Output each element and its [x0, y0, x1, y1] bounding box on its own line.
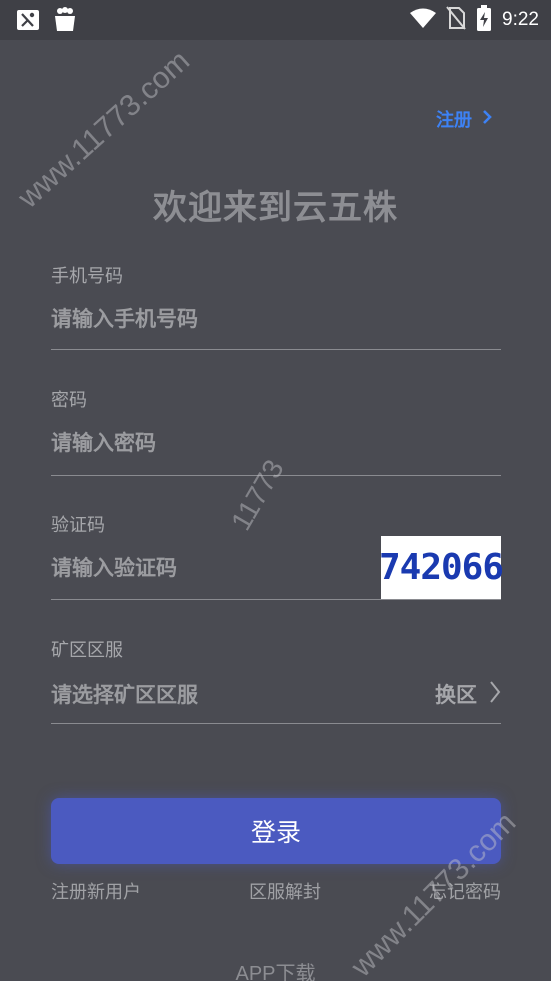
no-sim-icon — [446, 6, 466, 34]
status-bar: 9:22 — [0, 0, 551, 40]
login-button[interactable]: 登录 — [51, 798, 501, 864]
password-divider — [51, 475, 501, 476]
scissors-notification-icon — [16, 9, 40, 35]
zone-unblock-link[interactable]: 区服解封 — [249, 878, 321, 904]
zone-select[interactable]: 请选择矿区区服 换区 — [51, 674, 501, 714]
chevron-right-icon — [489, 680, 501, 709]
zone-placeholder: 请选择矿区区服 — [51, 683, 198, 707]
status-time: 9:22 — [502, 9, 539, 30]
phone-input[interactable] — [51, 299, 501, 339]
register-link[interactable]: 注册 — [436, 106, 492, 132]
password-input[interactable] — [51, 423, 501, 463]
login-screen: 9:22 注册 欢迎来到云五株 手机号码 密码 验证码 742066 矿区区服 … — [0, 0, 551, 981]
watermark: 11773 — [225, 454, 290, 536]
register-link-label: 注册 — [436, 110, 472, 131]
captcha-divider — [51, 599, 501, 600]
register-new-user-link[interactable]: 注册新用户 — [51, 878, 141, 904]
captcha-input[interactable] — [51, 548, 371, 588]
phone-divider — [51, 349, 501, 350]
gift-bag-notification-icon — [52, 6, 78, 36]
zone-label: 矿区区服 — [51, 640, 123, 661]
app-download-link[interactable]: APP下载 — [0, 957, 551, 981]
chevron-right-icon — [482, 109, 492, 130]
switch-zone-button[interactable]: 换区 — [435, 679, 501, 709]
password-label: 密码 — [51, 390, 87, 411]
zone-divider — [51, 723, 501, 724]
page-title: 欢迎来到云五株 — [153, 188, 398, 228]
status-indicators: 9:22 — [410, 5, 539, 35]
wifi-icon — [410, 8, 437, 32]
phone-label: 手机号码 — [51, 266, 123, 287]
switch-zone-label: 换区 — [435, 683, 477, 707]
battery-charging-icon — [476, 5, 492, 35]
captcha-image[interactable]: 742066 — [379, 536, 504, 599]
captcha-label: 验证码 — [51, 515, 105, 536]
forgot-password-link[interactable]: 忘记密码 — [429, 878, 501, 904]
